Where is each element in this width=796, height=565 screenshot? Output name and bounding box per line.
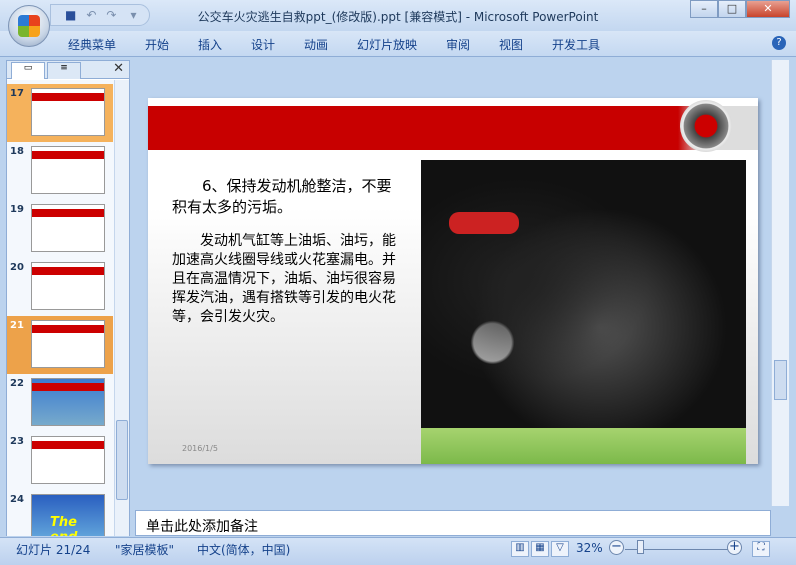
slide-thumbnail[interactable]: 24The end xyxy=(7,490,113,536)
tab-design[interactable]: 设计 xyxy=(251,36,275,53)
slide-thumbnail-selected[interactable]: 21 xyxy=(7,316,113,374)
tab-insert[interactable]: 插入 xyxy=(198,36,222,53)
office-logo-icon xyxy=(18,15,40,37)
zoom-in-icon[interactable]: + xyxy=(727,540,742,555)
help-icon[interactable]: ? xyxy=(772,36,786,50)
header-bar xyxy=(148,106,758,150)
slide-body: 发动机气缸等上油垢、油圬，能加速高火线圈导线或火花塞漏电。并且在高温情况下，油垢… xyxy=(172,233,396,325)
slide-canvas[interactable]: 6、保持发动机舱整洁，不要积有太多的污垢。 发动机气缸等上油垢、油圬，能加速高火… xyxy=(148,98,758,464)
slide-textbox[interactable]: 6、保持发动机舱整洁，不要积有太多的污垢。 发动机气缸等上油垢、油圬，能加速高火… xyxy=(172,176,404,327)
zoom-level[interactable]: 32% xyxy=(576,541,603,555)
slide-heading: 6、保持发动机舱整洁，不要积有太多的污垢。 xyxy=(172,177,392,216)
window-title: 公交车火灾逃生自救ppt_(修改版).ppt [兼容模式] - Microsof… xyxy=(197,10,599,24)
slides-panel: ▭ ≡ ✕ 17 18 19 20 21 22 23 24The end xyxy=(6,60,130,536)
outline-tab[interactable]: ≡ xyxy=(47,62,81,79)
slides-tab[interactable]: ▭ xyxy=(11,62,45,79)
slide-date: 2016/1/5 xyxy=(182,444,218,453)
tab-classic-menu[interactable]: 经典菜单 xyxy=(68,36,116,53)
tab-animation[interactable]: 动画 xyxy=(304,36,328,53)
tab-home[interactable]: 开始 xyxy=(145,36,169,53)
office-button[interactable] xyxy=(8,5,50,47)
fire-emblem-logo xyxy=(680,100,732,152)
minimize-button[interactable]: – xyxy=(690,0,718,18)
slide-counter: 幻灯片 21/24 xyxy=(16,543,91,557)
ribbon-tabs: 经典菜单 开始 插入 设计 动画 幻灯片放映 审阅 视图 开发工具 ? xyxy=(0,31,796,57)
notes-pane[interactable]: 单击此处添加备注 xyxy=(135,510,771,536)
slideshow-icon[interactable]: ▽ xyxy=(551,541,569,557)
engine-photo[interactable] xyxy=(421,160,746,464)
slide-thumbnail[interactable]: 22 xyxy=(7,374,113,432)
slide-thumbnail[interactable]: 23 xyxy=(7,432,113,490)
maximize-button[interactable]: □ xyxy=(718,0,746,18)
panel-scrollbar[interactable] xyxy=(114,80,129,536)
tab-review[interactable]: 审阅 xyxy=(446,36,470,53)
theme-name: "家居模板" xyxy=(115,543,175,557)
zoom-out-icon[interactable]: − xyxy=(609,540,624,555)
slide-editor: 6、保持发动机舱整洁，不要积有太多的污垢。 发动机气缸等上油垢、油圬，能加速高火… xyxy=(135,60,771,506)
slide-thumbnail[interactable]: 19 xyxy=(7,200,113,258)
language[interactable]: 中文(简体，中国) xyxy=(197,541,290,558)
tab-view[interactable]: 视图 xyxy=(499,36,523,53)
close-panel-icon[interactable]: ✕ xyxy=(113,61,124,76)
slide-thumbnail[interactable]: 17 xyxy=(7,84,113,142)
slide-scrollbar[interactable] xyxy=(771,60,789,506)
close-button[interactable]: ✕ xyxy=(746,0,790,18)
title-bar: ■ ↶ ↷ ▾ 公交车火灾逃生自救ppt_(修改版).ppt [兼容模式] - … xyxy=(0,0,796,31)
slide-sorter-icon[interactable]: ▦ xyxy=(531,541,549,557)
zoom-slider-handle[interactable] xyxy=(637,540,644,554)
status-bar: 幻灯片 21/24 "家居模板" 中文(简体，中国) ▥ ▦ ▽ 32% − +… xyxy=(0,537,796,565)
slide-thumbnail[interactable]: 18 xyxy=(7,142,113,200)
slide-thumbnail[interactable]: 20 xyxy=(7,258,113,316)
fit-window-icon[interactable]: ⛶ xyxy=(752,541,770,557)
tab-slideshow[interactable]: 幻灯片放映 xyxy=(357,36,417,53)
tab-developer[interactable]: 开发工具 xyxy=(552,36,600,53)
normal-view-icon[interactable]: ▥ xyxy=(511,541,529,557)
